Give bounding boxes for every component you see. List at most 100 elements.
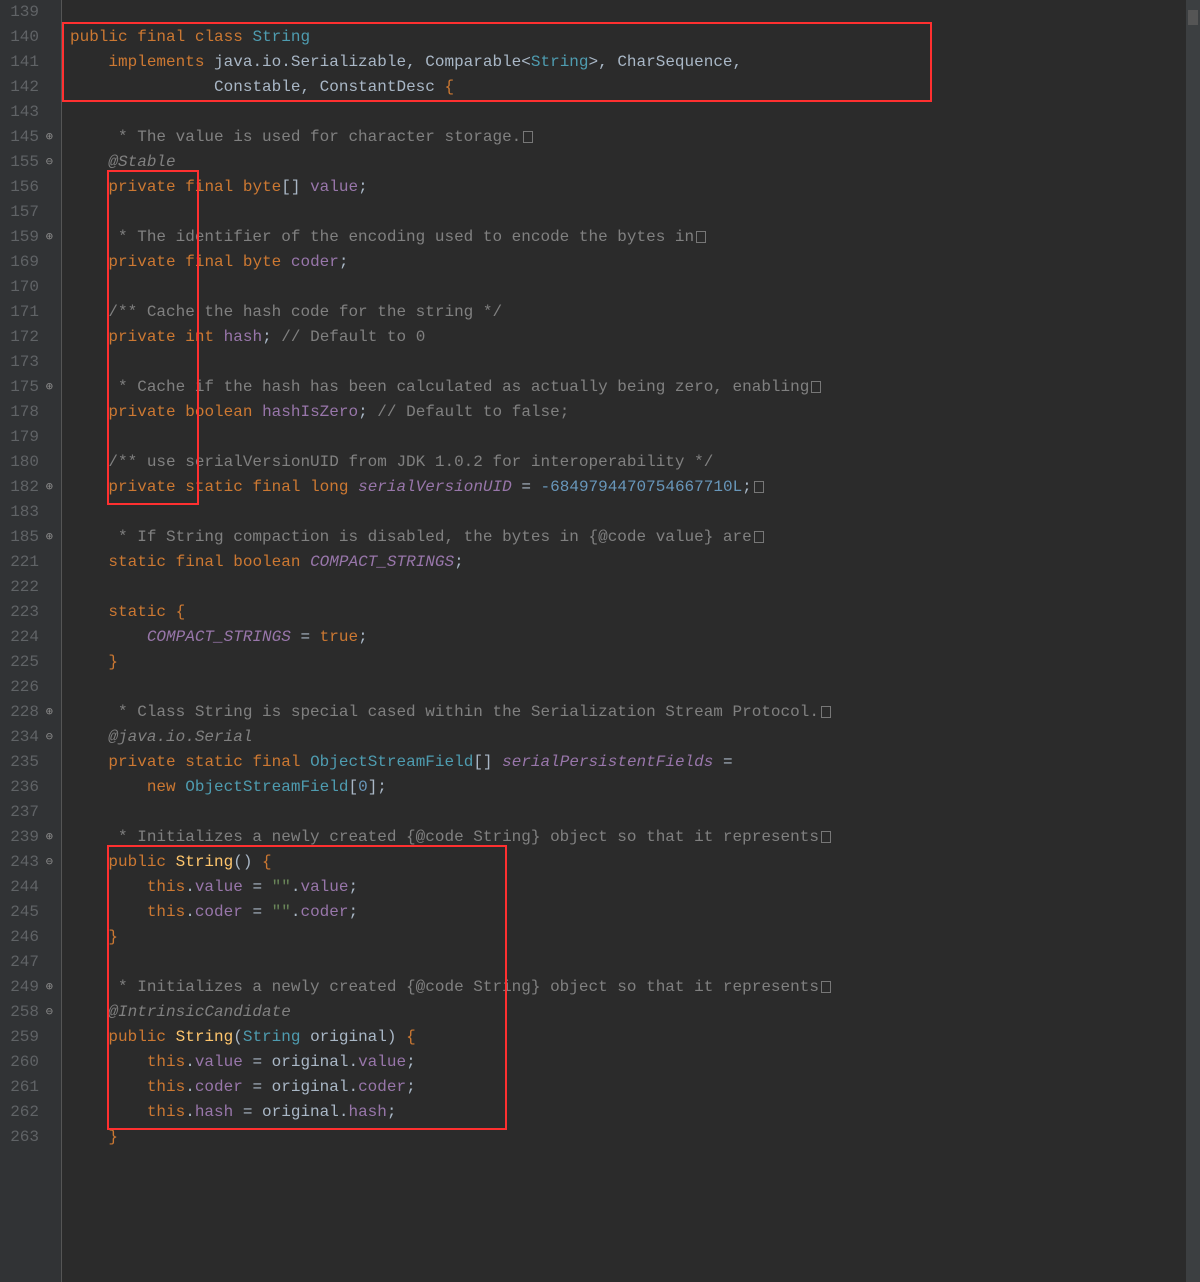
line-number[interactable]: 170 <box>4 275 53 300</box>
param-original: original <box>272 1078 349 1096</box>
fold-marker-icon[interactable] <box>811 381 821 393</box>
fold-marker-icon[interactable] <box>821 981 831 993</box>
keyword-private: private <box>108 478 175 496</box>
line-number[interactable]: 258⊖ <box>4 1000 53 1025</box>
code-line: * Initializes a newly created {@code Str… <box>70 975 1186 1000</box>
comment: * The identifier of the encoding used to… <box>108 228 694 246</box>
type-ConstantDesc: ConstantDesc <box>320 78 435 96</box>
line-number[interactable]: 221 <box>4 550 53 575</box>
line-number[interactable]: 226 <box>4 675 53 700</box>
keyword-final: final <box>185 178 233 196</box>
field-coder: coder <box>291 253 339 271</box>
fold-expand-icon[interactable]: ⊕ <box>41 225 53 250</box>
line-number[interactable]: 234⊖ <box>4 725 53 750</box>
line-number[interactable]: 224 <box>4 625 53 650</box>
fold-marker-icon[interactable] <box>754 531 764 543</box>
line-number[interactable]: 235 <box>4 750 53 775</box>
line-number[interactable]: 247 <box>4 950 53 975</box>
line-number[interactable]: 259 <box>4 1025 53 1050</box>
brace-close: } <box>108 653 118 671</box>
fold-expand-icon[interactable]: ⊕ <box>41 700 53 725</box>
line-number[interactable]: 239⊕ <box>4 825 53 850</box>
line-number[interactable]: 262 <box>4 1100 53 1125</box>
line-number[interactable]: 178 <box>4 400 53 425</box>
line-number[interactable]: 180 <box>4 450 53 475</box>
field-value: value <box>300 878 348 896</box>
fold-marker-icon[interactable] <box>821 706 831 718</box>
keyword-final: final <box>185 253 233 271</box>
fold-marker-icon[interactable] <box>696 231 706 243</box>
line-number[interactable]: 182⊕ <box>4 475 53 500</box>
code-line <box>70 0 1186 25</box>
line-number[interactable]: 156 <box>4 175 53 200</box>
code-line: * Initializes a newly created {@code Str… <box>70 825 1186 850</box>
fold-expand-icon[interactable]: ⊕ <box>41 975 53 1000</box>
fold-collapse-icon[interactable]: ⊖ <box>41 150 53 175</box>
line-number[interactable]: 223 <box>4 600 53 625</box>
line-number[interactable]: 145⊕ <box>4 125 53 150</box>
string-literal: "" <box>272 878 291 896</box>
vertical-scrollbar[interactable] <box>1186 0 1200 1282</box>
string-literal: "" <box>272 903 291 921</box>
line-number[interactable]: 171 <box>4 300 53 325</box>
line-number[interactable]: 263 <box>4 1125 53 1150</box>
line-number[interactable]: 237 <box>4 800 53 825</box>
line-number[interactable]: 173 <box>4 350 53 375</box>
line-number[interactable]: 228⊕ <box>4 700 53 725</box>
line-number[interactable]: 261 <box>4 1075 53 1100</box>
line-number[interactable]: 140 <box>4 25 53 50</box>
code-area[interactable]: public final class String implements jav… <box>62 0 1186 1282</box>
field-hash: hash <box>224 328 262 346</box>
fold-expand-icon[interactable]: ⊕ <box>41 375 53 400</box>
code-line: @java.io.Serial <box>70 725 1186 750</box>
line-number[interactable]: 155⊖ <box>4 150 53 175</box>
comment: * The value is used for character storag… <box>108 128 521 146</box>
keyword-private: private <box>108 253 175 271</box>
constructor-String: String <box>176 1028 234 1046</box>
code-line: COMPACT_STRINGS = true; <box>70 625 1186 650</box>
fold-marker-icon[interactable] <box>523 131 533 143</box>
fold-marker-icon[interactable] <box>821 831 831 843</box>
line-number[interactable]: 244 <box>4 875 53 900</box>
line-gutter: 139140141142143145⊕155⊖156157159⊕1691701… <box>0 0 62 1282</box>
line-number[interactable]: 245 <box>4 900 53 925</box>
fold-expand-icon[interactable]: ⊕ <box>41 475 53 500</box>
line-number[interactable]: 175⊕ <box>4 375 53 400</box>
line-number[interactable]: 249⊕ <box>4 975 53 1000</box>
field-hashIsZero: hashIsZero <box>262 403 358 421</box>
line-number[interactable]: 172 <box>4 325 53 350</box>
keyword-final: final <box>137 28 185 46</box>
line-number[interactable]: 169 <box>4 250 53 275</box>
fold-expand-icon[interactable]: ⊕ <box>41 525 53 550</box>
line-number[interactable]: 159⊕ <box>4 225 53 250</box>
code-line: /** use serialVersionUID from JDK 1.0.2 … <box>70 450 1186 475</box>
line-number[interactable]: 142 <box>4 75 53 100</box>
fold-marker-icon[interactable] <box>754 481 764 493</box>
line-number[interactable]: 185⊕ <box>4 525 53 550</box>
line-number[interactable]: 143 <box>4 100 53 125</box>
line-number[interactable]: 139 <box>4 0 53 25</box>
line-number[interactable]: 236 <box>4 775 53 800</box>
code-line: implements java.io.Serializable, Compara… <box>70 50 1186 75</box>
line-number[interactable]: 260 <box>4 1050 53 1075</box>
code-line: } <box>70 925 1186 950</box>
line-number[interactable]: 179 <box>4 425 53 450</box>
fold-expand-icon[interactable]: ⊕ <box>41 125 53 150</box>
line-number[interactable]: 141 <box>4 50 53 75</box>
line-number[interactable]: 225 <box>4 650 53 675</box>
fold-collapse-icon[interactable]: ⊖ <box>41 725 53 750</box>
code-line: Constable, ConstantDesc { <box>70 75 1186 100</box>
fold-collapse-icon[interactable]: ⊖ <box>41 850 53 875</box>
scroll-thumb[interactable] <box>1188 10 1198 25</box>
constructor-String: String <box>176 853 234 871</box>
line-number[interactable]: 183 <box>4 500 53 525</box>
code-line: } <box>70 650 1186 675</box>
line-number[interactable]: 222 <box>4 575 53 600</box>
line-number[interactable]: 157 <box>4 200 53 225</box>
line-number[interactable]: 246 <box>4 925 53 950</box>
type-CharSequence: CharSequence <box>617 53 732 71</box>
line-number[interactable]: 243⊖ <box>4 850 53 875</box>
field-COMPACT_STRINGS: COMPACT_STRINGS <box>310 553 454 571</box>
fold-collapse-icon[interactable]: ⊖ <box>41 1000 53 1025</box>
fold-expand-icon[interactable]: ⊕ <box>41 825 53 850</box>
